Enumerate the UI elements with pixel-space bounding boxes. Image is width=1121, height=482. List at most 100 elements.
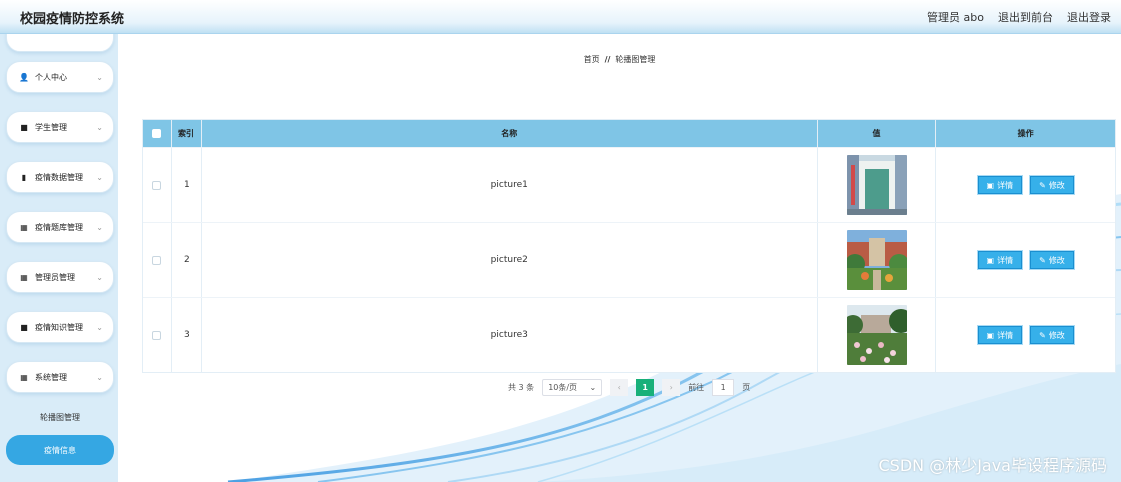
breadcrumb-current: 轮播图管理 (615, 55, 656, 64)
row-value-cell (818, 148, 937, 222)
edit-button[interactable]: ✎ 修改 (1030, 251, 1074, 269)
row-name: picture2 (202, 223, 818, 297)
chevron-down-icon: ⌄ (96, 172, 103, 182)
table-row: 3 picture3 ▣ 详情 ✎ 修改 (143, 297, 1115, 372)
row-ops: ▣ 详情 ✎ 修改 (936, 223, 1115, 297)
row-select-cell (143, 298, 172, 372)
table-row: 1 picture1 ▣ 详情 ✎ 修改 (143, 147, 1115, 222)
flower-field-photo (846, 305, 907, 365)
sidebar-item-students[interactable]: ■ 学生管理 ⌄ (6, 111, 114, 143)
header-index: 索引 (172, 120, 202, 147)
row-ops: ▣ 详情 ✎ 修改 (936, 148, 1115, 222)
edit-button[interactable]: ✎ 修改 (1030, 326, 1074, 344)
row-checkbox[interactable] (152, 255, 162, 265)
grid-icon: ▦ (20, 372, 28, 382)
edit-icon: ✎ (1039, 330, 1046, 340)
row-value-cell (818, 223, 937, 297)
campus-garden-photo (846, 230, 907, 290)
sidebar-item-admins[interactable]: ▦ 管理员管理 ⌄ (6, 261, 114, 293)
breadcrumb-separator: // (604, 55, 611, 64)
row-ops: ▣ 详情 ✎ 修改 (936, 298, 1115, 372)
edit-label: 修改 (1048, 180, 1065, 190)
chevron-down-icon: ⌄ (96, 322, 103, 332)
chevron-down-icon: ⌄ (96, 372, 103, 382)
goto-label: 前往 (688, 383, 705, 392)
watermark: CSDN @林少Java毕设程序源码 (878, 456, 1107, 475)
row-value-cell (818, 298, 937, 372)
prev-page-button[interactable]: ‹ (610, 379, 629, 396)
header-actions: 管理员 abo 退出到前台 退出登录 (927, 9, 1111, 25)
sidebar-item-epidemic-data[interactable]: ▮ 疫情数据管理 ⌄ (6, 161, 114, 193)
row-index: 3 (172, 298, 202, 372)
edit-icon: ✎ (1039, 180, 1046, 190)
chevron-down-icon: ⌄ (96, 72, 103, 82)
detail-button[interactable]: ▣ 详情 (977, 251, 1023, 269)
sidebar-item-knowledge[interactable]: ■ 疫情知识管理 ⌄ (6, 311, 114, 343)
sidebar-item-label: 疫情题库管理 (35, 222, 83, 232)
header-value: 值 (818, 120, 937, 147)
select-all-checkbox[interactable] (152, 129, 162, 138)
page-number-current[interactable]: 1 (636, 379, 655, 396)
detail-button[interactable]: ▣ 详情 (977, 326, 1023, 344)
page-size-select[interactable]: 10条/页 ⌄ (542, 379, 603, 396)
chevron-down-icon: ⌄ (96, 272, 103, 282)
header-ops: 操作 (1017, 129, 1034, 138)
current-user: 管理员 abo (927, 11, 984, 24)
total-count: 共 3 条 (508, 383, 535, 392)
next-page-button[interactable]: › (662, 379, 681, 396)
person-icon: 👤 (19, 72, 29, 82)
detail-button[interactable]: ▣ 详情 (977, 176, 1023, 194)
table-row: 2 picture2 ▣ 详情 ✎ 修改 (143, 222, 1115, 297)
table-header: 索引 名称 值 操作 (143, 120, 1115, 147)
page-size-value: 10条/页 (548, 383, 578, 392)
sidebar-item-top[interactable] (6, 34, 114, 52)
row-checkbox[interactable] (152, 180, 162, 190)
sidebar-item-question-bank[interactable]: ▦ 疫情题库管理 ⌄ (6, 211, 114, 243)
page-unit: 页 (742, 383, 751, 392)
edit-button[interactable]: ✎ 修改 (1030, 176, 1074, 194)
carousel-table: 索引 名称 值 操作 1 picture1 ▣ 详情 ✎ 修改 2 pictur… (142, 119, 1116, 373)
logout-link[interactable]: 退出登录 (1067, 9, 1111, 25)
chevron-down-icon: ⌄ (96, 122, 103, 132)
detail-icon: ▣ (986, 180, 995, 190)
row-index: 1 (172, 148, 202, 222)
top-header: 校园疫情防控系统 管理员 abo 退出到前台 退出登录 (0, 0, 1121, 34)
detail-label: 详情 (997, 330, 1014, 340)
header-name: 名称 (202, 120, 818, 147)
sidebar-subitem-label: 疫情信息 (44, 445, 76, 455)
sidebar-subitem-carousel[interactable]: 轮播图管理 (6, 403, 114, 431)
sidebar-item-personal-center[interactable]: 👤 个人中心 ⌄ (6, 61, 114, 93)
sidebar-item-label: 疫情数据管理 (35, 172, 83, 182)
bar-chart-icon: ▮ (21, 172, 27, 182)
chevron-down-icon: ⌄ (589, 383, 597, 392)
detail-icon: ▣ (986, 330, 995, 340)
row-select-cell (143, 223, 172, 297)
sidebar: 👤 个人中心 ⌄ ■ 学生管理 ⌄ ▮ 疫情数据管理 ⌄ ▦ 疫情题库管理 ⌄ … (0, 34, 118, 482)
row-index: 2 (172, 223, 202, 297)
breadcrumb-home[interactable]: 首页 (584, 55, 600, 64)
sidebar-item-system[interactable]: ▦ 系统管理 ⌄ (6, 361, 114, 393)
chevron-left-icon: ‹ (617, 383, 621, 392)
front-page-link[interactable]: 退出到前台 (998, 9, 1053, 25)
briefcase-icon: ■ (20, 322, 28, 332)
row-checkbox[interactable] (152, 330, 162, 340)
row-name: picture3 (202, 298, 818, 372)
sidebar-item-label: 系统管理 (35, 372, 67, 382)
corridor-photo (846, 155, 907, 215)
goto-page-input[interactable]: 1 (712, 379, 735, 396)
breadcrumb: 首页 // 轮播图管理 (118, 54, 1121, 65)
sidebar-subitem-epidemic-info[interactable]: 疫情信息 (6, 435, 114, 465)
briefcase-icon: ■ (20, 122, 28, 132)
row-select-cell (143, 148, 172, 222)
chevron-down-icon: ⌄ (96, 222, 103, 232)
detail-icon: ▣ (986, 255, 995, 265)
sidebar-item-label: 个人中心 (35, 72, 67, 82)
app-title: 校园疫情防控系统 (20, 12, 125, 27)
chevron-right-icon: › (669, 383, 673, 392)
detail-label: 详情 (997, 255, 1014, 265)
main-content: 首页//轮播图管理 索引 名称 值 操作 1 picture1 ▣ 详情 ✎ 修… (118, 34, 1121, 482)
select-all-cell (143, 120, 172, 147)
grid-icon: ▦ (20, 222, 28, 232)
detail-label: 详情 (997, 180, 1014, 190)
edit-label: 修改 (1048, 330, 1065, 340)
